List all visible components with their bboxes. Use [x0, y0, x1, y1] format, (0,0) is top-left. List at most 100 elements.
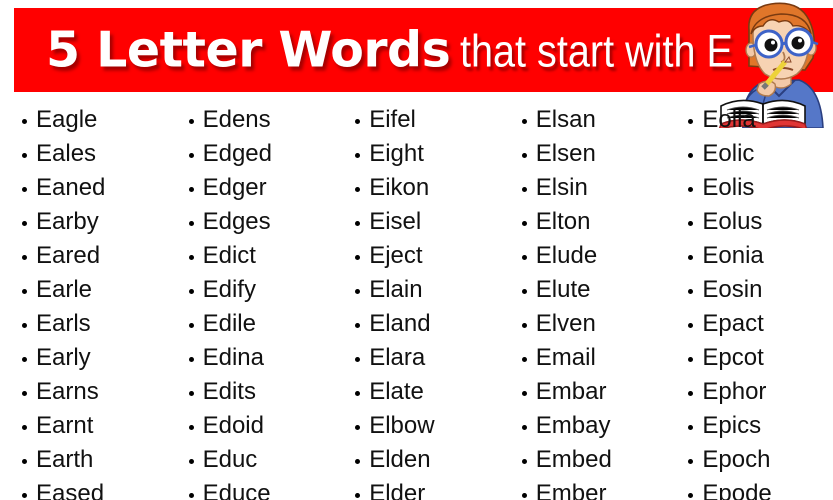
list-item[interactable]: Eaned — [22, 171, 167, 205]
list-item[interactable]: Edens — [188, 103, 334, 137]
word-label: Earls — [36, 310, 91, 337]
page-title-primary: 5 Letter Words — [46, 21, 451, 79]
word-label: Educe — [202, 480, 271, 500]
list-item[interactable]: Embar — [521, 375, 667, 409]
list-item[interactable]: Elate — [355, 375, 500, 409]
word-label: Eonia — [702, 242, 764, 269]
word-label: Epact — [702, 310, 764, 337]
list-item[interactable]: Epcot — [688, 341, 833, 375]
list-item[interactable]: Eosin — [688, 273, 833, 307]
list-item[interactable]: Earls — [22, 307, 167, 341]
list-item[interactable]: Eifel — [355, 103, 500, 137]
list-item[interactable]: Earth — [22, 443, 167, 477]
word-label: Embed — [535, 446, 612, 473]
word-label: Edict — [202, 242, 256, 269]
list-item[interactable]: Elsin — [521, 171, 667, 205]
list-item[interactable]: Eolus — [688, 205, 833, 239]
word-label: Edges — [202, 208, 271, 235]
list-item[interactable]: Elute — [521, 273, 667, 307]
list-item[interactable]: Eland — [355, 307, 500, 341]
list-item[interactable]: Eject — [355, 239, 500, 273]
list-item[interactable]: Eikon — [355, 171, 500, 205]
word-column-4: Elsan Elsen Elsin Elton Elude Elute Elve… — [500, 103, 667, 500]
word-list: Eagle Eales Eaned Earby Eared Earle Earl… — [0, 103, 833, 500]
word-label: Eifel — [369, 106, 416, 133]
word-label: Epcot — [702, 344, 764, 371]
list-item[interactable]: Embay — [521, 409, 667, 443]
list-item[interactable]: Edoid — [188, 409, 334, 443]
list-item[interactable]: Earns — [22, 375, 167, 409]
word-label: Earby — [36, 208, 99, 235]
list-item[interactable]: Edged — [188, 137, 334, 171]
list-item[interactable]: Elude — [521, 239, 667, 273]
list-item[interactable]: Educ — [188, 443, 334, 477]
list-item[interactable]: Epode — [688, 477, 833, 500]
list-item[interactable]: Ephor — [688, 375, 833, 409]
list-item[interactable]: Earnt — [22, 409, 167, 443]
list-item[interactable]: Eolis — [688, 171, 833, 205]
list-item[interactable]: Eagle — [22, 103, 167, 137]
list-item[interactable]: Edify — [188, 273, 334, 307]
list-item[interactable]: Elder — [355, 477, 500, 500]
list-item[interactable]: Elbow — [355, 409, 500, 443]
list-item[interactable]: Eonia — [688, 239, 833, 273]
word-label: Elden — [369, 446, 431, 473]
word-label: Eolic — [702, 140, 755, 167]
word-label: Edile — [202, 310, 256, 337]
list-item[interactable]: Email — [521, 341, 667, 375]
page-title-secondary: that start with E — [460, 25, 734, 77]
list-item[interactable]: Elven — [521, 307, 667, 341]
list-item[interactable]: Edges — [188, 205, 334, 239]
list-item[interactable]: Elsan — [521, 103, 667, 137]
list-item[interactable]: Elton — [521, 205, 667, 239]
word-label: Eagle — [36, 106, 98, 133]
list-item[interactable]: Eisel — [355, 205, 500, 239]
word-label: Eight — [369, 140, 424, 167]
list-item[interactable]: Eales — [22, 137, 167, 171]
list-item[interactable]: Educe — [188, 477, 334, 500]
list-item[interactable]: Eased — [22, 477, 167, 500]
word-label: Elute — [535, 276, 591, 303]
word-label: Eaned — [36, 174, 106, 201]
word-label: Elton — [535, 208, 591, 235]
word-label: Educ — [202, 446, 258, 473]
list-item[interactable]: Eight — [355, 137, 500, 171]
word-column-3: Eifel Eight Eikon Eisel Eject Elain Elan… — [333, 103, 500, 500]
list-item[interactable]: Epact — [688, 307, 833, 341]
word-label: Earle — [36, 276, 93, 303]
list-item[interactable]: Edits — [188, 375, 334, 409]
word-column-2: Edens Edged Edger Edges Edict Edify Edil… — [167, 103, 334, 500]
word-label: Elder — [369, 480, 426, 500]
list-item[interactable]: Eolic — [688, 137, 833, 171]
list-item[interactable]: Epics — [688, 409, 833, 443]
list-item[interactable]: Embed — [521, 443, 667, 477]
list-item[interactable]: Elsen — [521, 137, 667, 171]
word-label: Edify — [202, 276, 256, 303]
list-item[interactable]: Epoch — [688, 443, 833, 477]
word-label: Elsin — [535, 174, 588, 201]
word-label: Edits — [202, 378, 256, 405]
list-item[interactable]: Earby — [22, 205, 167, 239]
list-item[interactable]: Eolia — [688, 103, 833, 137]
list-item[interactable]: Earle — [22, 273, 167, 307]
word-label: Eared — [36, 242, 101, 269]
list-item[interactable]: Edile — [188, 307, 334, 341]
word-label: Embar — [535, 378, 607, 405]
list-item[interactable]: Edger — [188, 171, 334, 205]
word-label: Edged — [202, 140, 272, 167]
list-item[interactable]: Edina — [188, 341, 334, 375]
word-label: Epics — [702, 412, 762, 439]
list-item[interactable]: Eared — [22, 239, 167, 273]
list-item[interactable]: Ember — [521, 477, 667, 500]
word-label: Elate — [369, 378, 424, 405]
list-item[interactable]: Elain — [355, 273, 500, 307]
list-item[interactable]: Edict — [188, 239, 334, 273]
list-item[interactable]: Early — [22, 341, 167, 375]
word-label: Elbow — [369, 412, 435, 439]
word-label: Eikon — [369, 174, 430, 201]
word-label: Edens — [202, 106, 271, 133]
list-item[interactable]: Elden — [355, 443, 500, 477]
word-label: Ephor — [702, 378, 767, 405]
list-item[interactable]: Elara — [355, 341, 500, 375]
word-label: Earns — [36, 378, 99, 405]
